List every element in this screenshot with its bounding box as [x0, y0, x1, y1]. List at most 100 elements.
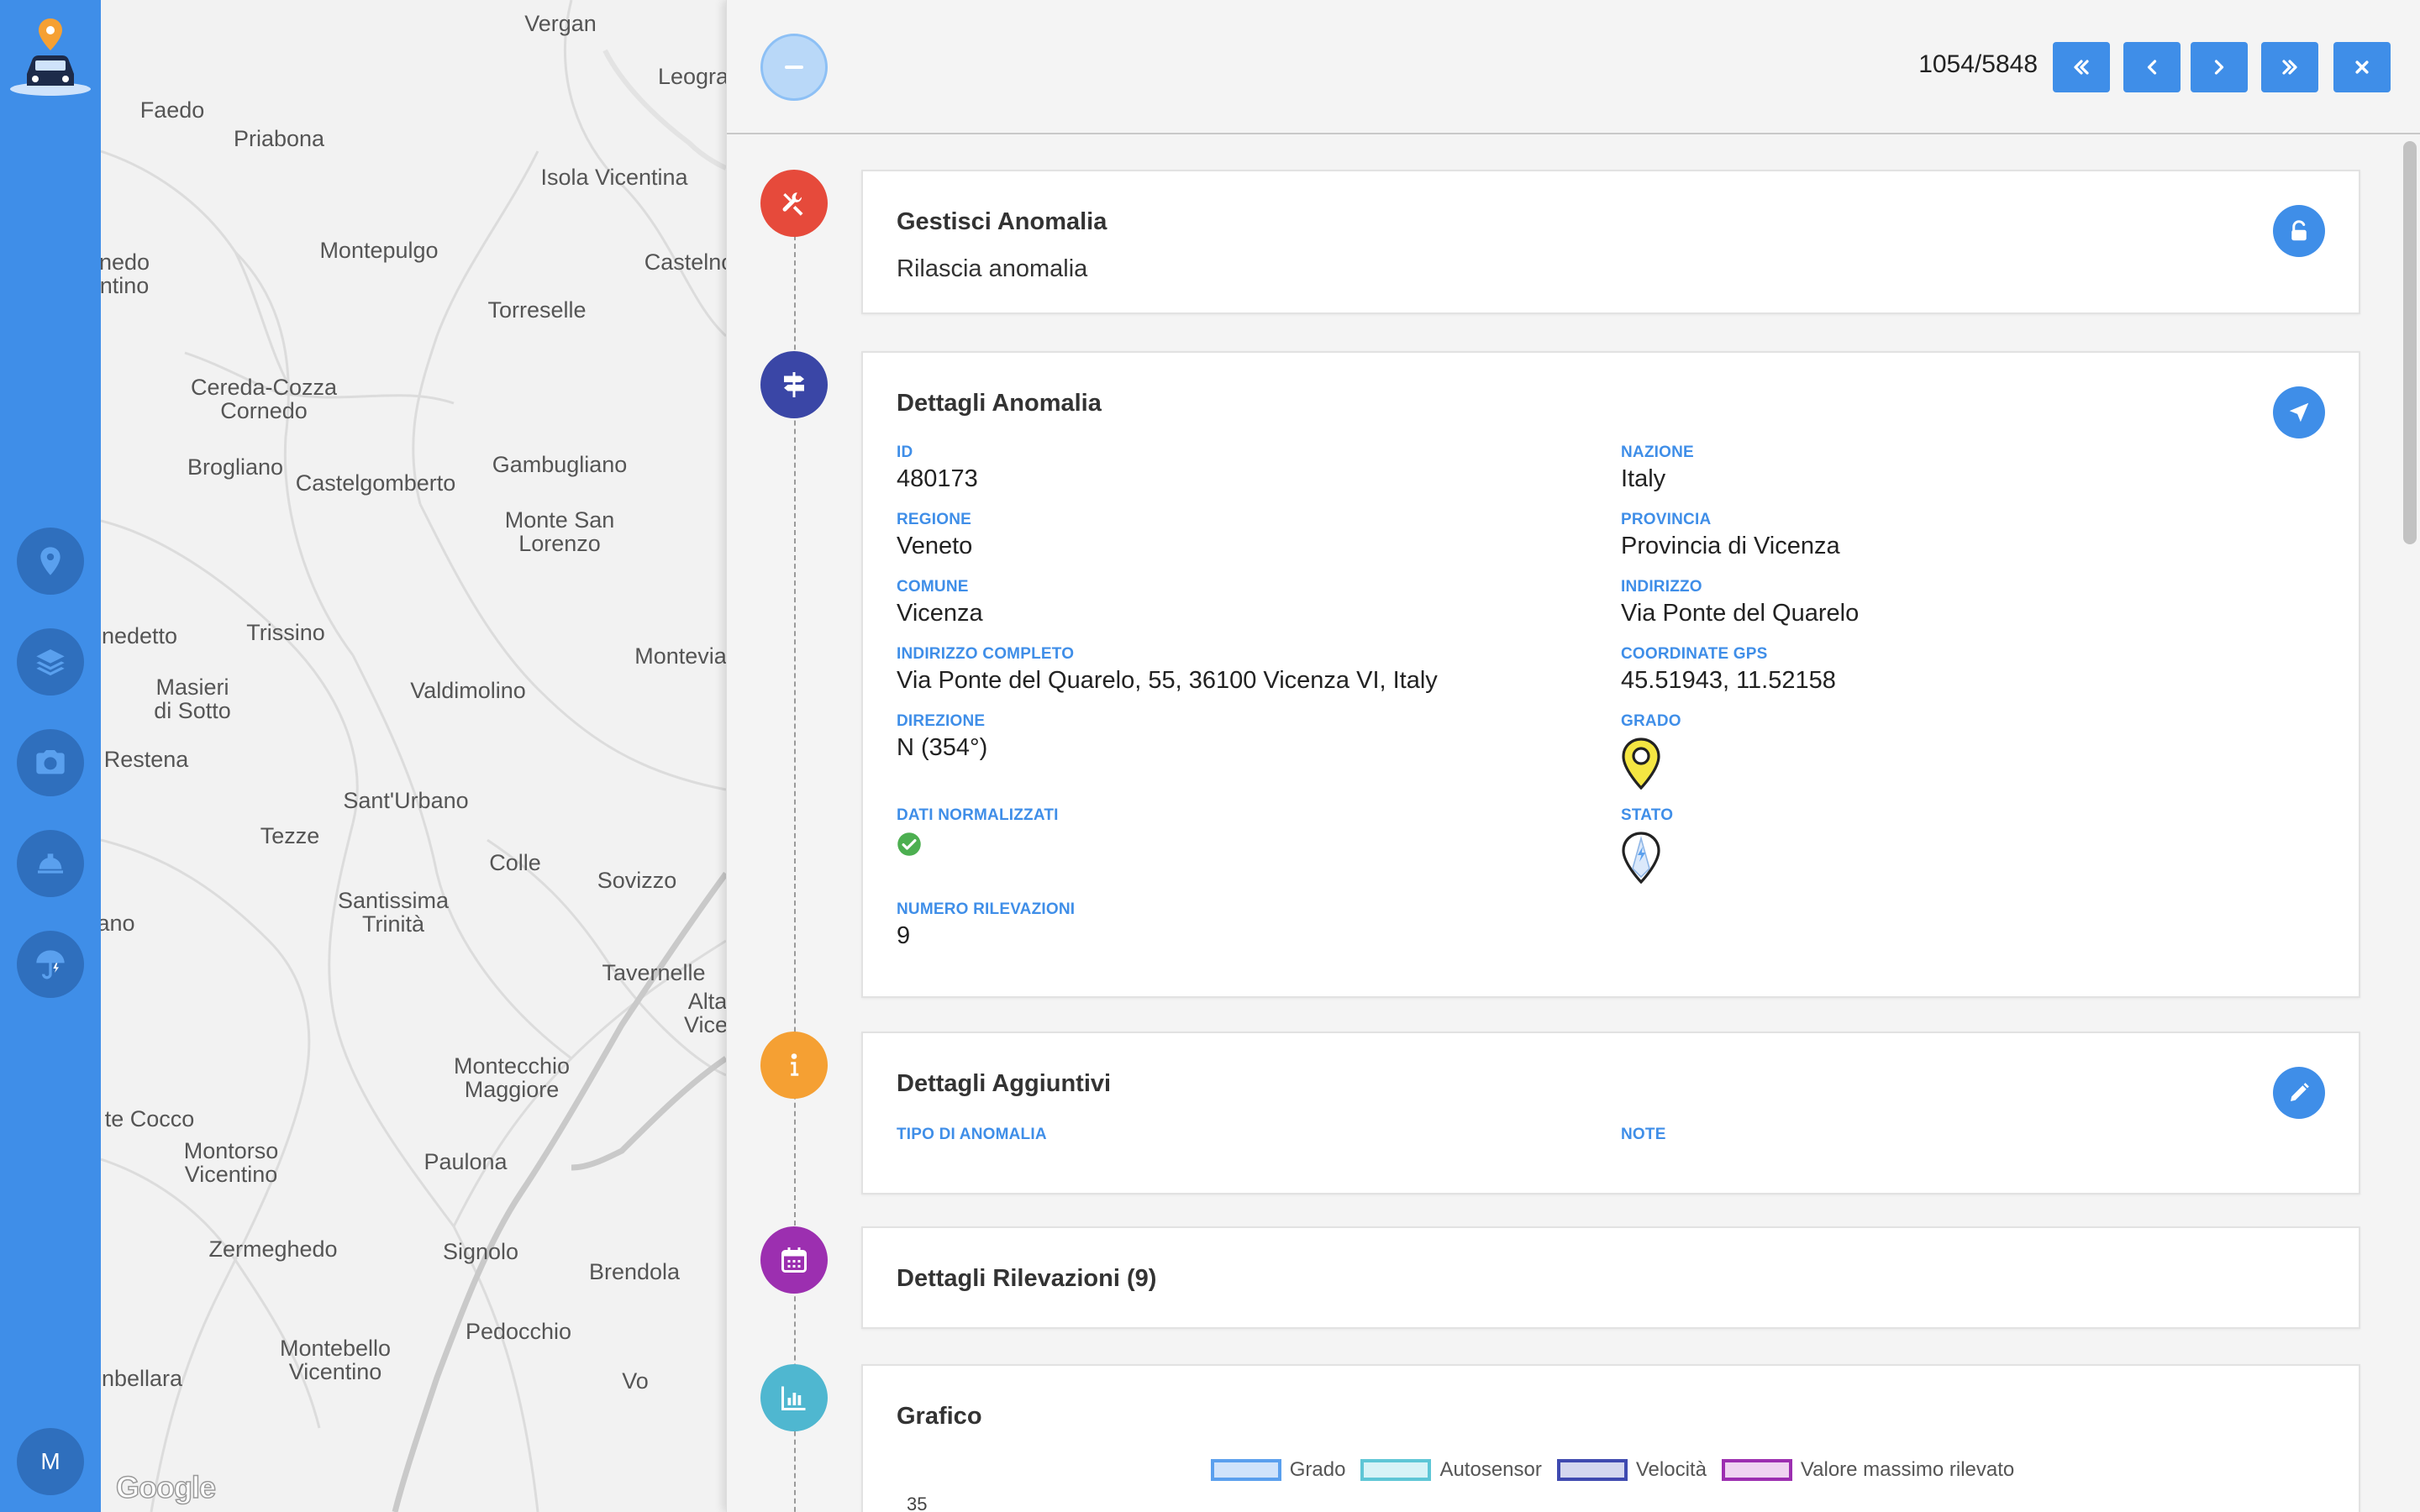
map-place-label: Priabona: [233, 126, 325, 151]
field-label: INDIRIZZO COMPLETO: [897, 645, 1075, 663]
field-note: NOTE: [1621, 1126, 1666, 1144]
map-pin-icon[interactable]: [17, 528, 84, 595]
collapse-panel-button[interactable]: [760, 34, 828, 101]
legend-item-valore-massimo[interactable]: Valore massimo rilevato: [1721, 1458, 2015, 1482]
legend-item-grado[interactable]: Grado: [1210, 1458, 1346, 1482]
last-record-button[interactable]: [2261, 42, 2318, 92]
field-comune: COMUNE Vicenza: [897, 578, 983, 627]
map-place-label: Monte San: [504, 507, 615, 533]
map-place-label: Montevia: [634, 643, 726, 669]
map-place-label: Valdimolino: [410, 678, 526, 703]
release-anomaly-link[interactable]: Rilascia anomalia: [897, 255, 1087, 283]
field-regione: REGIONE Veneto: [897, 511, 972, 560]
map-place-label: Trissino: [246, 620, 325, 645]
map-place-label: ntino: [101, 273, 150, 298]
layers-icon[interactable]: [17, 628, 84, 696]
manage-anomaly-title: Gestisci Anomalia: [897, 208, 1107, 235]
manage-anomaly-card: Gestisci Anomalia Rilascia anomalia: [861, 170, 2360, 314]
unlock-icon: [2291, 220, 2307, 241]
umbrella-icon[interactable]: [17, 931, 84, 998]
chevron-right-icon: [2214, 60, 2224, 75]
map-place-label: Trinità: [361, 911, 425, 937]
field-provincia: PROVINCIA Provincia di Vicenza: [1621, 511, 1840, 560]
map-place-label: Alta: [687, 989, 726, 1014]
map-place-label: Sovizzo: [597, 868, 677, 893]
user-avatar[interactable]: M: [17, 1428, 84, 1495]
grade-marker-icon: [1622, 738, 1660, 790]
field-numero-rilevazioni: NUMERO RILEVAZIONI 9: [897, 900, 1075, 950]
legend-label: Autosensor: [1439, 1458, 1542, 1481]
panel-scroll-area[interactable]: Gestisci Anomalia Rilascia anomalia Dett…: [727, 136, 2420, 1512]
map-place-label: Leogra: [657, 64, 726, 89]
map-place-label: Zermeghedo: [208, 1236, 338, 1262]
map-place-label: di Sotto: [154, 698, 231, 723]
unlock-button[interactable]: [2273, 205, 2325, 257]
legend-label: Grado: [1289, 1458, 1346, 1481]
calendar-icon: [760, 1226, 828, 1294]
check-circle-icon: [897, 832, 921, 856]
field-label: DIREZIONE: [897, 712, 986, 730]
field-coordinate-gps: COORDINATE GPS 45.51943, 11.52158: [1621, 645, 1836, 695]
navigation-arrow-icon: [2289, 402, 2309, 423]
double-chevron-right-icon: [2282, 60, 2297, 75]
chart-card: Grafico Grado Autosensor Velocità Valore…: [861, 1364, 2360, 1512]
field-value: 480173: [897, 465, 978, 492]
y-axis-tick: 35: [907, 1494, 928, 1512]
map-place-label: Vicentino: [184, 1162, 278, 1187]
app-logo-icon[interactable]: [7, 15, 94, 99]
info-icon: [760, 1032, 828, 1099]
detections-details-card[interactable]: Dettagli Rilevazioni (9): [861, 1226, 2360, 1329]
map-place-label: Tezze: [260, 823, 320, 848]
edit-button[interactable]: [2273, 1067, 2325, 1119]
field-label: DATI NORMALIZZATI: [897, 806, 1059, 824]
anomaly-detail-panel: 1054/5848 Gestisci Anomalia Rilascia ano…: [726, 0, 2420, 1512]
field-label: PROVINCIA: [1621, 511, 1712, 528]
first-record-button[interactable]: [2053, 42, 2110, 92]
field-label: STATO: [1621, 806, 1674, 824]
panel-header: 1054/5848: [727, 0, 2420, 134]
map-place-label: Tavernelle: [602, 960, 706, 985]
map-place-label: Santissima: [337, 888, 450, 913]
field-id: ID 480173: [897, 444, 978, 493]
map-place-label: Castelgomberto: [295, 470, 456, 496]
field-label: COMUNE: [897, 578, 969, 596]
map-place-label: Torreselle: [487, 297, 587, 323]
map-place-label: Gambugliano: [492, 452, 628, 477]
field-value: Italy: [1621, 465, 1666, 492]
map-place-label: Restena: [103, 747, 189, 772]
field-tipo-anomalia: TIPO DI ANOMALIA: [897, 1126, 1047, 1144]
map-place-label: Vice: [683, 1012, 726, 1037]
next-record-button[interactable]: [2191, 42, 2248, 92]
map-roads: [101, 0, 726, 1512]
additional-details-card: Dettagli Aggiuntivi TIPO DI ANOMALIA NOT…: [861, 1032, 2360, 1194]
field-grado: GRADO: [1621, 712, 1681, 794]
legend-item-velocita[interactable]: Velocità: [1556, 1458, 1707, 1482]
previous-record-button[interactable]: [2123, 42, 2181, 92]
camera-icon[interactable]: [17, 729, 84, 796]
field-label: GRADO: [1621, 712, 1681, 730]
field-value: Veneto: [897, 533, 973, 559]
panel-scrollbar[interactable]: [2403, 141, 2417, 544]
map-place-label: Faedo: [139, 97, 205, 123]
map-place-label: Pedocchio: [465, 1319, 572, 1344]
tools-icon: [760, 170, 828, 237]
map-place-label: Brendola: [588, 1259, 681, 1284]
field-value: 45.51943, 11.52158: [1621, 667, 1836, 694]
map-place-label: te Cocco: [104, 1106, 195, 1131]
pencil-icon: [2291, 1083, 2309, 1101]
field-value: 9: [897, 922, 911, 949]
additional-details-title: Dettagli Aggiuntivi: [897, 1070, 1112, 1097]
legend-label: Valore massimo rilevato: [1800, 1458, 2015, 1481]
field-indirizzo: INDIRIZZO Via Ponte del Quarelo: [1621, 578, 1859, 627]
hard-hat-icon[interactable]: [17, 830, 84, 897]
map-place-label: Montecchio: [453, 1053, 571, 1079]
double-chevron-left-icon: [2074, 60, 2089, 75]
map-view[interactable]: Vergan Leogra Faedo Priabona Isola Vicen…: [101, 0, 726, 1512]
navigate-button[interactable]: [2273, 386, 2325, 438]
legend-item-autosensor[interactable]: Autosensor: [1360, 1458, 1542, 1482]
user-initial: M: [40, 1448, 60, 1474]
anomaly-details-card: Dettagli Anomalia ID 480173 NAZIONE Ital…: [861, 351, 2360, 998]
close-icon: [2355, 60, 2369, 74]
close-panel-button[interactable]: [2333, 42, 2391, 92]
map-place-label: Vergan: [524, 11, 597, 36]
